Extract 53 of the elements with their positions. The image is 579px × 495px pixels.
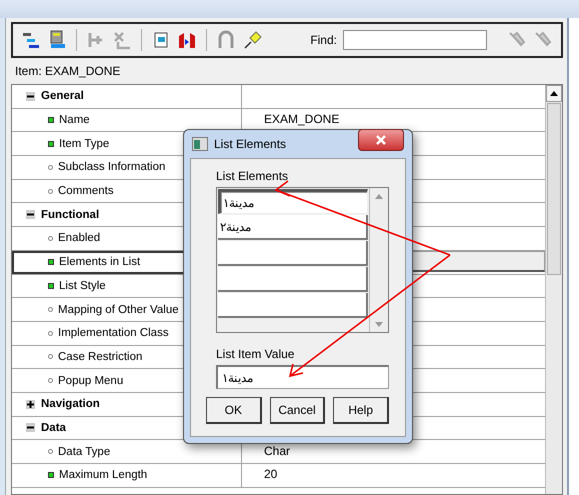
- window-icon: [192, 137, 208, 151]
- collapse-icon[interactable]: [26, 423, 35, 432]
- value-field[interactable]: مدينة١: [216, 365, 389, 389]
- property-label[interactable]: Name: [59, 114, 90, 126]
- property-label[interactable]: Maximum Length: [59, 469, 148, 482]
- find-field[interactable]: [343, 30, 487, 50]
- close-button[interactable]: [358, 129, 404, 151]
- list-entry-field[interactable]: [218, 241, 368, 266]
- down-arrow-icon: [375, 322, 383, 326]
- list-entry-field[interactable]: مدينة١: [218, 189, 368, 214]
- section-label[interactable]: Data: [41, 422, 66, 434]
- property-label[interactable]: Comments: [58, 185, 114, 198]
- close-icon: [376, 135, 386, 145]
- find-label: Find:: [310, 33, 337, 47]
- up-arrow-icon: [550, 91, 558, 96]
- collapse-icon[interactable]: [26, 92, 35, 101]
- property-value: 20: [264, 467, 278, 482]
- list-label: List Elements: [216, 169, 290, 183]
- pin-icon[interactable]: [242, 30, 262, 50]
- tree-icon[interactable]: [21, 30, 41, 50]
- property-label[interactable]: Mapping of Other Value: [58, 304, 179, 316]
- property-label[interactable]: Item Type: [59, 138, 110, 150]
- list-entry-field[interactable]: مدينة٢: [218, 215, 368, 240]
- collapse-icon[interactable]: [26, 210, 35, 220]
- property-label[interactable]: List Style: [59, 280, 106, 292]
- property-label[interactable]: Elements in List: [59, 256, 140, 268]
- property-label[interactable]: Data Type: [58, 446, 110, 458]
- value-label: List Item Value: [216, 347, 296, 361]
- property-label[interactable]: Enabled: [58, 232, 100, 244]
- property-label[interactable]: Implementation Class: [58, 327, 169, 340]
- dialog-button[interactable]: Help: [333, 397, 390, 424]
- expand-icon[interactable]: [26, 400, 35, 409]
- dialog-button[interactable]: OK: [206, 397, 262, 424]
- property-value: Char: [264, 444, 290, 458]
- split-icon[interactable]: [177, 30, 197, 50]
- scrollbar-thumb[interactable]: [547, 103, 561, 275]
- property-label[interactable]: Popup Menu: [58, 374, 124, 387]
- list-entry-field[interactable]: [218, 267, 368, 292]
- property-label[interactable]: Case Restriction: [58, 350, 142, 363]
- section-label[interactable]: Navigation: [41, 398, 100, 410]
- dialog-button[interactable]: Cancel: [270, 397, 326, 424]
- section-label[interactable]: Functional: [41, 208, 100, 221]
- property-value: EXAM_DONE: [264, 112, 340, 126]
- list-box[interactable]: مدينة١ مدينة٢: [216, 187, 389, 333]
- scroll-up-button[interactable]: [546, 85, 562, 102]
- property-label[interactable]: Subclass Information: [58, 161, 166, 174]
- up-arrow-icon: [375, 194, 383, 198]
- list-entry-field[interactable]: [218, 293, 368, 318]
- magnet-icon[interactable]: [216, 30, 236, 50]
- dialog-title: List Elements: [214, 137, 288, 151]
- delete-node-icon[interactable]: [112, 30, 132, 50]
- item-label: Item: EXAM_DONE: [15, 64, 120, 78]
- section-label[interactable]: General: [41, 90, 84, 102]
